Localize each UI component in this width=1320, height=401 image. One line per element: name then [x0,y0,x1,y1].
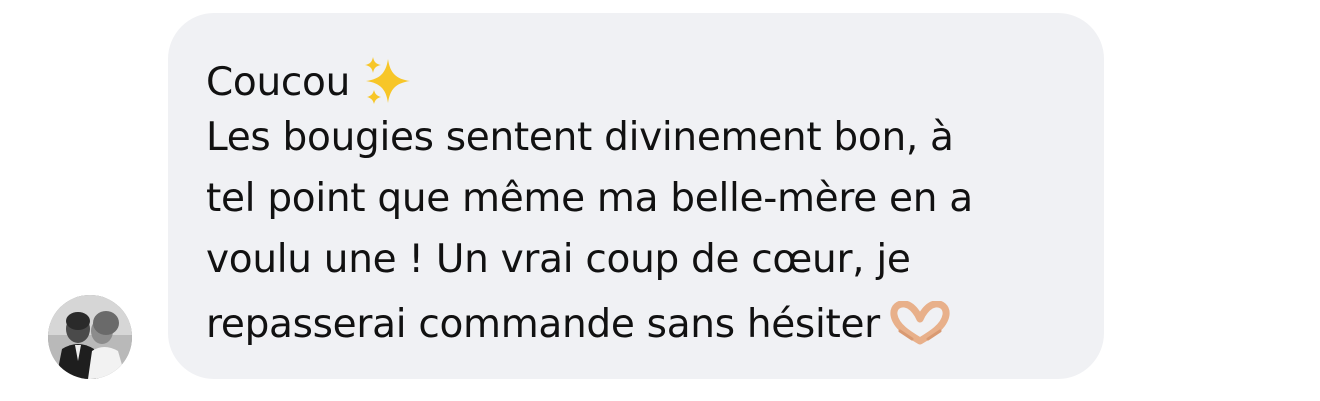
message-bubble[interactable]: Coucou Les bougies sentent divinement bo… [168,13,1104,379]
sparkles-icon [360,53,416,116]
message-line-2: Les bougies sentent divinement bon, à [206,115,954,160]
message-line-5-text: repasserai commande sans hésiter [206,302,880,347]
heart-hands-icon [890,300,950,352]
message-line-4: voulu une ! Un vrai coup de cœur, je [206,237,911,282]
message-line-3: tel point que même ma belle-mère en a [206,176,973,221]
avatar[interactable] [48,295,132,379]
message-line-1: Coucou [206,53,416,116]
message-line-5: repasserai commande sans hésiter [206,300,950,352]
message-line-1-text: Coucou [206,60,351,105]
chat-screen: Coucou Les bougies sentent divinement bo… [0,0,1320,401]
avatar-photo [48,295,132,379]
